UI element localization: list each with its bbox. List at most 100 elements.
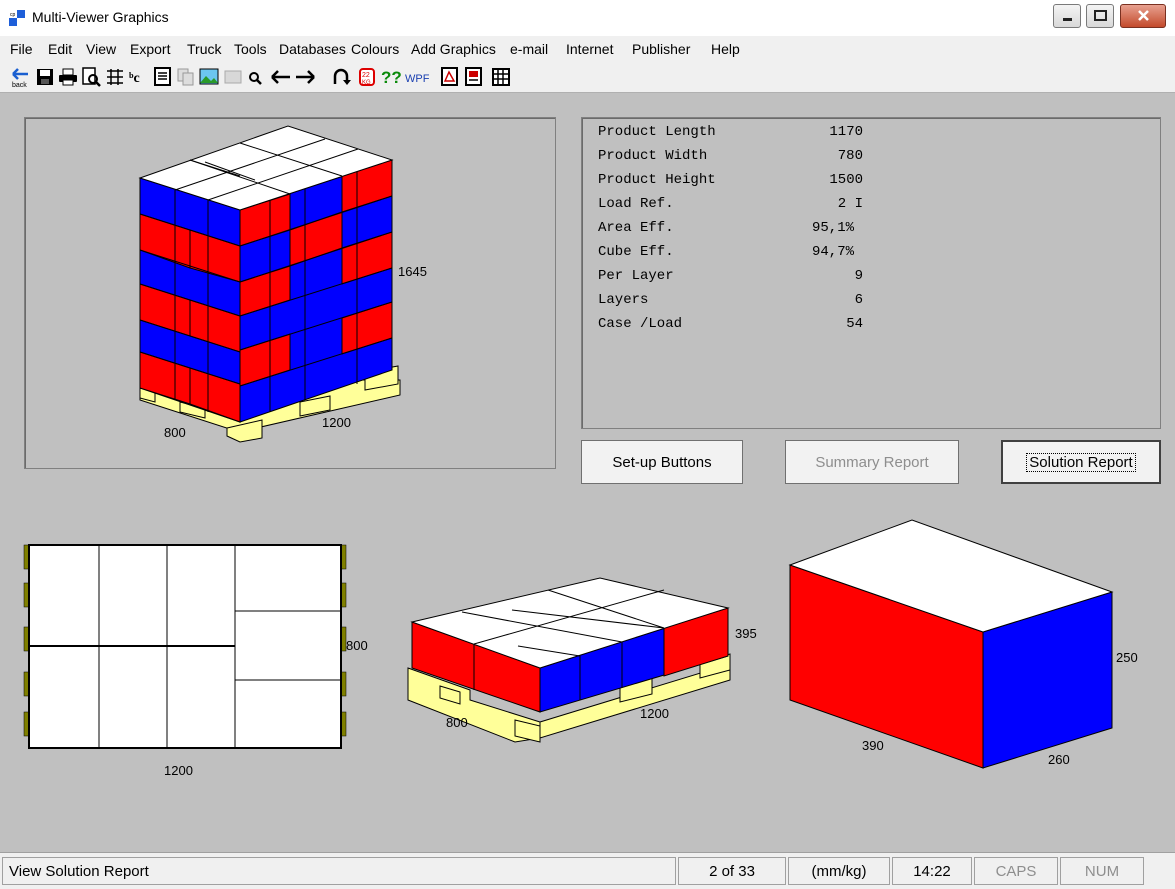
status-num: NUM xyxy=(1060,857,1144,885)
svg-text:??: ?? xyxy=(381,68,402,87)
window-title: Multi-Viewer Graphics xyxy=(32,9,169,25)
menu-edit[interactable]: Edit xyxy=(48,41,72,57)
solution-report-button[interactable]: Solution Report xyxy=(1001,440,1161,484)
menu-publisher[interactable]: Publisher xyxy=(632,41,690,57)
summary-report-button[interactable]: Summary Report xyxy=(785,440,959,484)
arrow-left-icon xyxy=(271,70,290,84)
status-caps: CAPS xyxy=(974,857,1058,885)
app-icon: cp xyxy=(9,10,25,26)
help-button[interactable]: ?? xyxy=(381,66,403,88)
save-button[interactable] xyxy=(34,66,56,88)
text-tool-button[interactable]: ᵇc xyxy=(128,66,150,88)
case-height-dim: 250 xyxy=(1116,650,1138,665)
menu-help[interactable]: Help xyxy=(711,41,740,57)
info-label: Product Height xyxy=(598,172,716,188)
menu-colours[interactable]: Colours xyxy=(351,41,399,57)
grid-icon xyxy=(492,68,510,86)
info-value: 9 xyxy=(854,268,863,284)
minimize-icon xyxy=(1063,18,1072,21)
info-label: Area Eff. xyxy=(598,220,674,236)
toolbar: back ᵇc 22 KG ?? WPF xyxy=(0,62,1175,93)
pdf-button[interactable] xyxy=(439,66,461,88)
info-value: 1500 xyxy=(829,172,863,188)
slide-button[interactable] xyxy=(222,66,244,88)
menu-databases[interactable]: Databases xyxy=(279,41,346,57)
layer-boxes xyxy=(410,577,730,713)
layout-tool-button[interactable] xyxy=(104,66,126,88)
previous-button[interactable] xyxy=(270,66,292,88)
info-label: Per Layer xyxy=(598,268,674,284)
svg-text:22: 22 xyxy=(362,72,370,79)
solution-report-label: Solution Report xyxy=(1026,452,1136,472)
picture-icon xyxy=(199,68,219,85)
case-length-dim: 390 xyxy=(862,738,884,753)
print-preview-button[interactable] xyxy=(80,66,102,88)
menu-email[interactable]: e-mail xyxy=(510,41,548,57)
info-value: 54 xyxy=(846,316,863,332)
info-value: 95,1% xyxy=(812,220,855,236)
print-preview-icon xyxy=(82,67,101,87)
layer-length-dim: 1200 xyxy=(640,706,669,721)
info-value: 1170 xyxy=(829,124,863,140)
weight-button[interactable]: 22 KG xyxy=(356,66,378,88)
title-bar: cp Multi-Viewer Graphics xyxy=(0,0,1175,37)
load-width-dim: 800 xyxy=(164,425,186,440)
close-icon xyxy=(1138,10,1149,21)
report-button[interactable] xyxy=(152,66,174,88)
magnifier-icon xyxy=(249,72,262,85)
status-bar: View Solution Report 2 of 33 (mm/kg) 14:… xyxy=(0,852,1175,889)
setup-buttons-button[interactable]: Set-up Buttons xyxy=(581,440,743,484)
svg-text:KG: KG xyxy=(362,80,371,86)
info-label: Layers xyxy=(598,292,649,308)
back-button[interactable]: back xyxy=(10,66,32,89)
rotate-icon xyxy=(333,68,351,85)
info-label: Load Ref. xyxy=(598,196,674,212)
maximize-icon xyxy=(1094,10,1107,21)
info-label: Cube Eff. xyxy=(598,244,674,260)
next-button[interactable] xyxy=(294,66,316,88)
pdf-report-icon xyxy=(465,67,482,86)
menu-tools[interactable]: Tools xyxy=(234,41,267,57)
menu-internet[interactable]: Internet xyxy=(566,41,613,57)
picture-button[interactable] xyxy=(198,66,220,88)
wpf-icon: WPF xyxy=(405,73,430,85)
layer-width-dim: 800 xyxy=(446,715,468,730)
floppy-icon xyxy=(37,69,53,85)
status-message: View Solution Report xyxy=(2,857,676,885)
svg-text:cp: cp xyxy=(10,12,16,18)
minimize-button[interactable] xyxy=(1053,4,1081,28)
print-button[interactable] xyxy=(57,66,79,88)
plan-width-dim: 800 xyxy=(346,638,368,653)
info-label: Product Length xyxy=(598,124,716,140)
layout-icon xyxy=(107,69,123,85)
menu-bar: File Edit View Export Truck Tools Databa… xyxy=(0,36,1175,62)
pdf-icon xyxy=(441,67,458,86)
load-view-panel xyxy=(24,117,556,469)
grid-button[interactable] xyxy=(490,66,512,88)
pdf-report-button[interactable] xyxy=(463,66,485,88)
close-button[interactable] xyxy=(1120,4,1166,28)
maximize-button[interactable] xyxy=(1086,4,1114,28)
menu-file[interactable]: File xyxy=(10,41,33,57)
info-value: 94,7% xyxy=(812,244,855,260)
info-value: 2 I xyxy=(837,196,863,212)
case-width-dim: 260 xyxy=(1048,752,1070,767)
question-marks-icon: ?? xyxy=(381,68,402,87)
menu-export[interactable]: Export xyxy=(130,41,170,57)
arrow-right-icon xyxy=(296,70,315,84)
text-abc-icon: ᵇc xyxy=(129,71,140,86)
weight-icon: 22KG xyxy=(359,68,375,86)
svg-text:ᵇc: ᵇc xyxy=(129,71,140,86)
svg-text:WPF: WPF xyxy=(405,73,430,85)
status-page-count: 2 of 33 xyxy=(678,857,786,885)
rotate-button[interactable] xyxy=(330,66,352,88)
load-length-dim: 1200 xyxy=(322,415,351,430)
info-value: 780 xyxy=(837,148,863,164)
plan-length-dim: 1200 xyxy=(164,763,193,778)
copy-button[interactable] xyxy=(175,66,197,88)
wpf-button[interactable]: WPF xyxy=(405,66,430,88)
menu-truck[interactable]: Truck xyxy=(187,41,221,57)
menu-add-graphics[interactable]: Add Graphics xyxy=(411,41,496,57)
menu-view[interactable]: View xyxy=(86,41,116,57)
zoom-button[interactable] xyxy=(245,66,267,88)
